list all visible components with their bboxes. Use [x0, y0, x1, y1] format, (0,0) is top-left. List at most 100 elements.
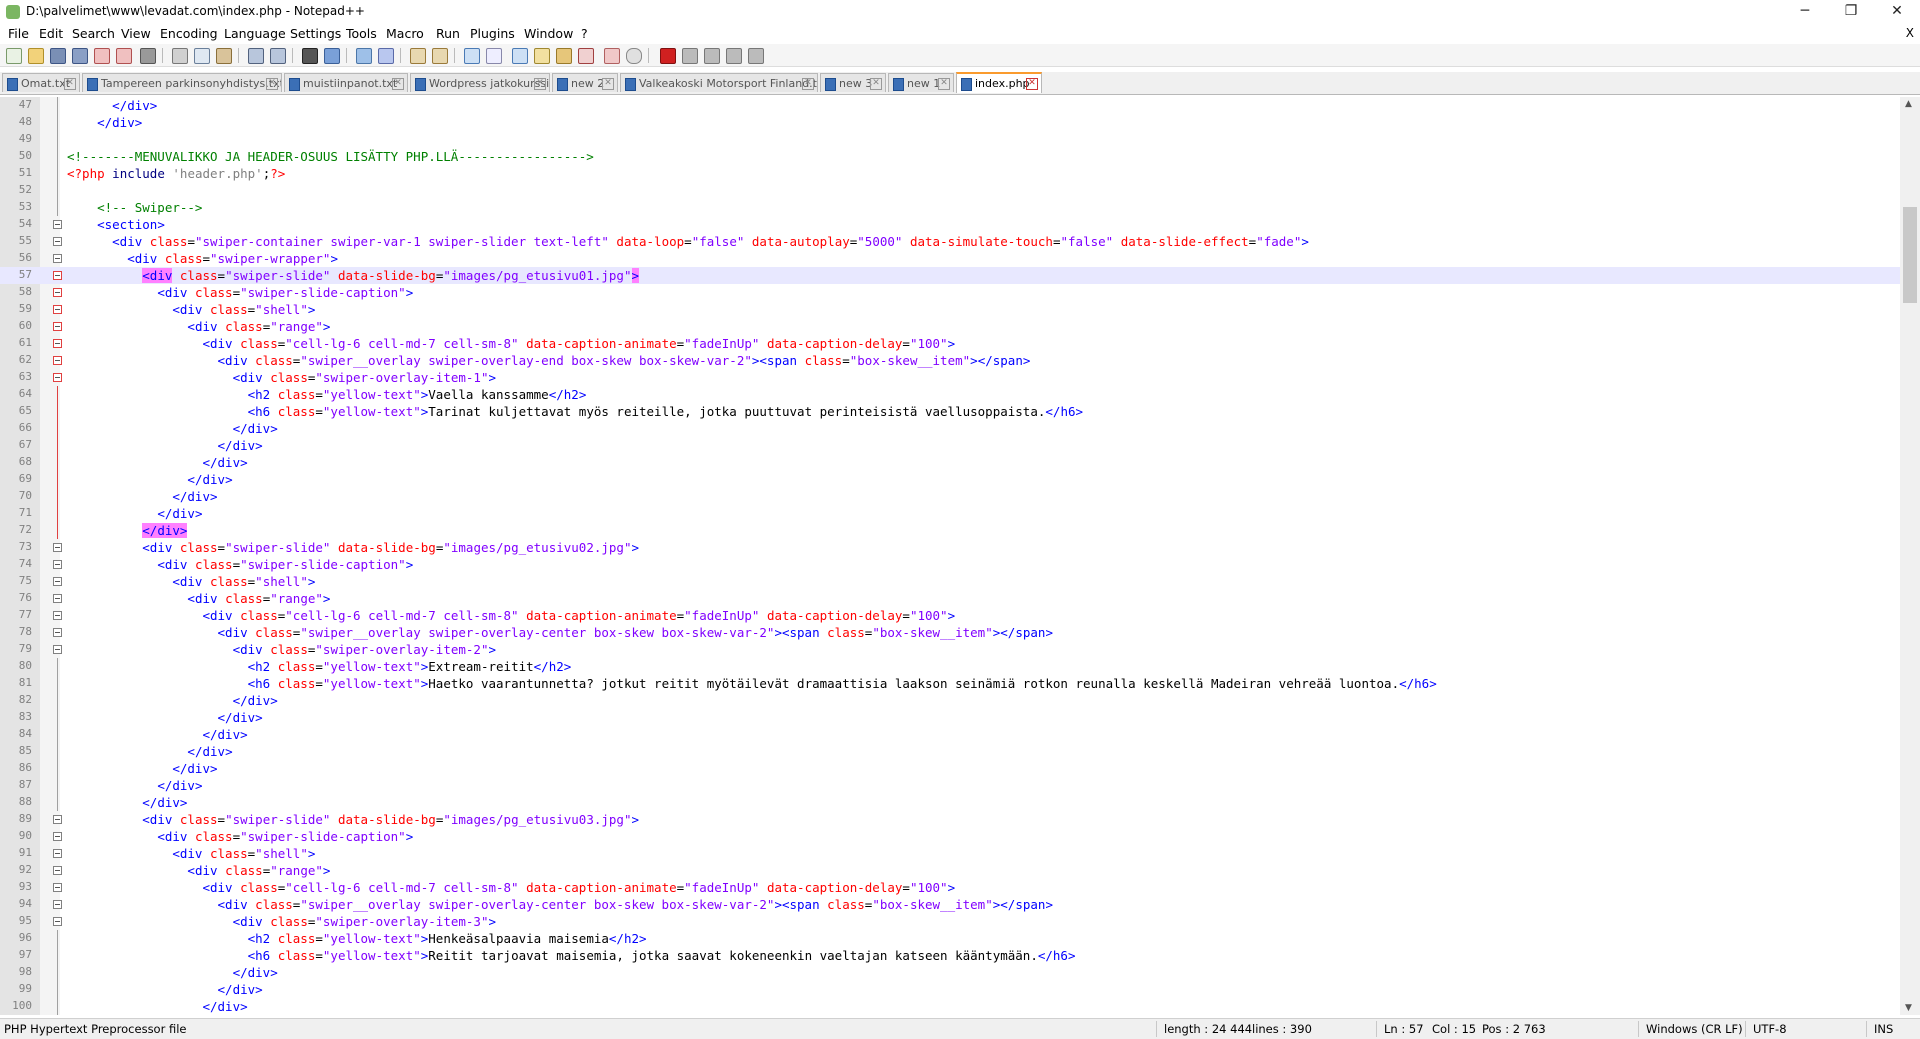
- code-text[interactable]: <!-- Swiper-->: [67, 199, 202, 216]
- code-text[interactable]: <h2 class="yellow-text">Vaella kanssamme…: [67, 386, 587, 403]
- code-text[interactable]: <div class="swiper-wrapper">: [67, 250, 338, 267]
- replace-icon[interactable]: [324, 48, 340, 64]
- code-line[interactable]: 97 <h6 class="yellow-text">Reitit tarjoa…: [0, 947, 1900, 964]
- code-text[interactable]: <div class="range">: [67, 318, 330, 335]
- line-number[interactable]: 100: [0, 999, 32, 1012]
- close-all-icon[interactable]: [116, 48, 132, 64]
- close-document-button[interactable]: X: [1906, 26, 1914, 40]
- status-encoding[interactable]: UTF-8: [1753, 1022, 1787, 1036]
- code-text[interactable]: <h6 class="yellow-text">Tarinat kuljetta…: [67, 403, 1083, 420]
- code-line[interactable]: 85 </div>: [0, 743, 1900, 760]
- line-number[interactable]: 97: [0, 948, 32, 961]
- code-line[interactable]: 79 <div class="swiper-overlay-item-2">: [0, 641, 1900, 658]
- code-text[interactable]: </div>: [67, 726, 247, 743]
- code-text[interactable]: <div class="swiper-slide" data-slide-bg=…: [67, 539, 639, 556]
- menu-settings[interactable]: Settings: [290, 26, 341, 41]
- code-text[interactable]: </div>: [67, 97, 157, 114]
- code-text[interactable]: </div>: [67, 794, 187, 811]
- code-line[interactable]: 82 </div>: [0, 692, 1900, 709]
- line-number[interactable]: 65: [0, 404, 32, 417]
- zoom-in-icon[interactable]: [356, 48, 372, 64]
- fold-toggle-icon[interactable]: [53, 577, 62, 586]
- menu-language[interactable]: Language: [224, 26, 286, 41]
- line-number[interactable]: 48: [0, 115, 32, 128]
- close-file-icon[interactable]: [94, 48, 110, 64]
- zoom-out-icon[interactable]: [378, 48, 394, 64]
- code-text[interactable]: </div>: [67, 981, 263, 998]
- code-line[interactable]: 76 <div class="range">: [0, 590, 1900, 607]
- code-text[interactable]: </div>: [67, 471, 232, 488]
- code-line[interactable]: 73 <div class="swiper-slide" data-slide-…: [0, 539, 1900, 556]
- code-line[interactable]: 81 <h6 class="yellow-text">Haetko vaaran…: [0, 675, 1900, 692]
- code-text[interactable]: <div class="swiper-slide" data-slide-bg=…: [67, 267, 640, 284]
- line-number[interactable]: 79: [0, 642, 32, 655]
- scroll-up-icon[interactable]: ▲: [1905, 99, 1912, 109]
- code-text[interactable]: <section>: [67, 216, 165, 233]
- line-number[interactable]: 87: [0, 778, 32, 791]
- line-number[interactable]: 64: [0, 387, 32, 400]
- tab-close-icon[interactable]: ✕: [1026, 78, 1038, 90]
- code-text[interactable]: <div class="swiper__overlay swiper-overl…: [67, 624, 1053, 641]
- line-number[interactable]: 59: [0, 302, 32, 315]
- line-number[interactable]: 78: [0, 625, 32, 638]
- code-line[interactable]: 87 </div>: [0, 777, 1900, 794]
- line-number[interactable]: 95: [0, 914, 32, 927]
- save-macro-icon[interactable]: [748, 48, 764, 64]
- tab-new-2[interactable]: new 2 ✕: [552, 73, 618, 92]
- menu-tools[interactable]: Tools: [346, 26, 377, 41]
- line-number[interactable]: 77: [0, 608, 32, 621]
- fold-toggle-icon[interactable]: [53, 832, 62, 841]
- code-text[interactable]: <div class="cell-lg-6 cell-md-7 cell-sm-…: [67, 879, 955, 896]
- word-wrap-icon[interactable]: [464, 48, 480, 64]
- record-macro-icon[interactable]: [660, 48, 676, 64]
- tab-close-icon[interactable]: ✕: [802, 78, 814, 90]
- open-file-icon[interactable]: [28, 48, 44, 64]
- fold-toggle-icon[interactable]: [53, 917, 62, 926]
- code-line[interactable]: 89 <div class="swiper-slide" data-slide-…: [0, 811, 1900, 828]
- code-text[interactable]: <h6 class="yellow-text">Haetko vaarantun…: [67, 675, 1437, 692]
- fold-toggle-icon[interactable]: [53, 900, 62, 909]
- code-text[interactable]: </div>: [67, 488, 217, 505]
- document-map-icon[interactable]: [556, 48, 572, 64]
- line-number[interactable]: 51: [0, 166, 32, 179]
- code-line[interactable]: 48 </div>: [0, 114, 1900, 131]
- code-text[interactable]: <h2 class="yellow-text">Henkeäsalpaavia …: [67, 930, 647, 947]
- menu-run[interactable]: Run: [436, 26, 460, 41]
- menu-search[interactable]: Search: [72, 26, 115, 41]
- fold-toggle-icon[interactable]: [53, 628, 62, 637]
- code-line[interactable]: 54 <section>: [0, 216, 1900, 233]
- line-number[interactable]: 68: [0, 455, 32, 468]
- code-line[interactable]: 94 <div class="swiper__overlay swiper-ov…: [0, 896, 1900, 913]
- save-all-icon[interactable]: [72, 48, 88, 64]
- code-text[interactable]: <h6 class="yellow-text">Reitit tarjoavat…: [67, 947, 1076, 964]
- code-line[interactable]: 50 <!-------MENUVALIKKO JA HEADER-OSUUS L…: [0, 148, 1900, 165]
- code-line[interactable]: 96 <h2 class="yellow-text">Henkeäsalpaav…: [0, 930, 1900, 947]
- fold-toggle-icon[interactable]: [53, 611, 62, 620]
- code-text[interactable]: <div class="swiper-container swiper-var-…: [67, 233, 1309, 250]
- menu-edit[interactable]: Edit: [39, 26, 63, 41]
- restore-button[interactable]: ❐: [1828, 0, 1874, 24]
- code-line[interactable]: 98 </div>: [0, 964, 1900, 981]
- code-line[interactable]: 60 <div class="range">: [0, 318, 1900, 335]
- code-text[interactable]: </div>: [67, 743, 232, 760]
- scroll-down-icon[interactable]: ▼: [1905, 1003, 1912, 1013]
- code-text[interactable]: <div class="swiper-slide" data-slide-bg=…: [67, 811, 639, 828]
- line-number[interactable]: 91: [0, 846, 32, 859]
- line-number[interactable]: 54: [0, 217, 32, 230]
- line-number[interactable]: 83: [0, 710, 32, 723]
- line-number[interactable]: 75: [0, 574, 32, 587]
- line-number[interactable]: 53: [0, 200, 32, 213]
- undo-icon[interactable]: [248, 48, 264, 64]
- fold-toggle-icon[interactable]: [53, 288, 62, 297]
- code-text[interactable]: <div class="swiper-overlay-item-3">: [67, 913, 496, 930]
- code-line[interactable]: 71 </div>: [0, 505, 1900, 522]
- code-line[interactable]: 93 <div class="cell-lg-6 cell-md-7 cell-…: [0, 879, 1900, 896]
- code-editor[interactable]: 47 </div> 48 </div> 49 50 <!-------MENUVALIK…: [0, 97, 1900, 1015]
- code-text[interactable]: <!-------MENUVALIKKO JA HEADER-OSUUS LIS…: [67, 148, 594, 165]
- run-macro-multiple-icon[interactable]: [726, 48, 742, 64]
- fold-toggle-icon[interactable]: [53, 883, 62, 892]
- code-text[interactable]: <div class="shell">: [67, 573, 315, 590]
- fold-toggle-icon[interactable]: [53, 254, 62, 263]
- line-number[interactable]: 73: [0, 540, 32, 553]
- tab-index-php[interactable]: index.php ✕: [956, 72, 1042, 93]
